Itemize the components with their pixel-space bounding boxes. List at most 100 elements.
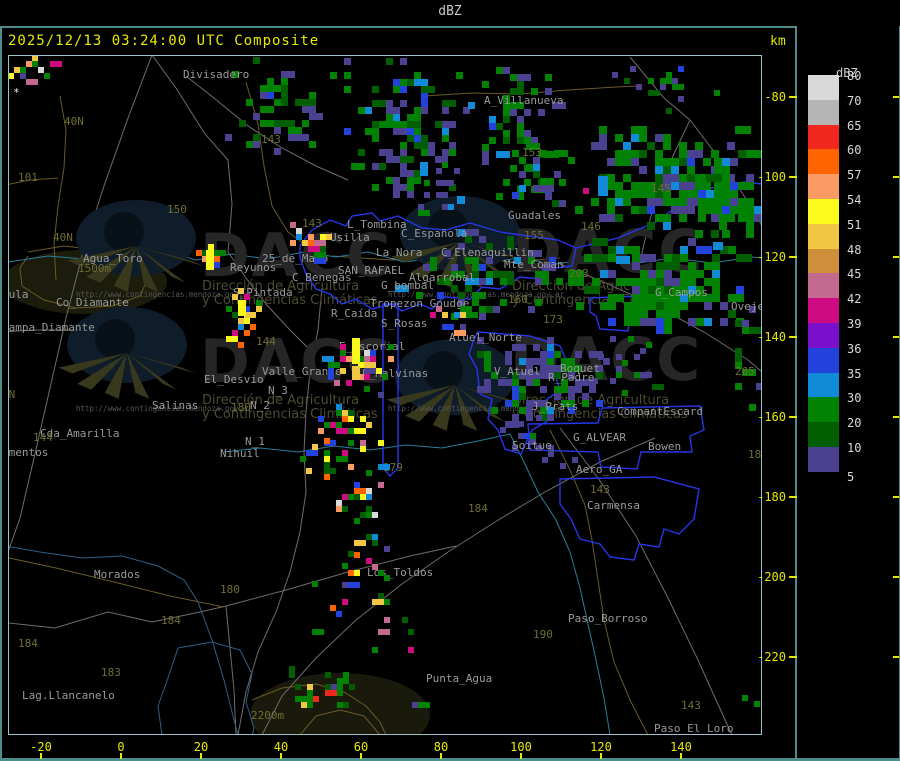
road-number-label: 18 <box>748 448 761 461</box>
radar-echo-cell <box>318 416 324 422</box>
radar-echo-cell <box>559 179 566 186</box>
radar-echo-cell <box>647 222 655 230</box>
radar-echo-cell <box>451 264 458 271</box>
radar-echo-cell <box>343 702 349 708</box>
radar-echo-cell <box>655 166 663 174</box>
radar-echo-cell <box>486 306 493 313</box>
radar-echo-cell <box>505 421 519 428</box>
radar-echo-cell <box>342 506 348 512</box>
radar-echo-cell <box>656 310 664 318</box>
radar-echo-cell <box>712 270 720 278</box>
radar-echo-cell <box>722 198 730 206</box>
radar-echo-cell <box>226 336 238 342</box>
radar-echo-cell <box>736 286 744 294</box>
bottom-tick-label: -20 <box>30 740 52 754</box>
radar-echo-cell <box>309 99 316 106</box>
radar-echo-cell <box>250 324 256 330</box>
radar-echo-cell <box>575 351 582 358</box>
radar-echo-cell <box>616 354 622 360</box>
radar-echo-cell <box>346 356 352 362</box>
radar-echo-cell <box>714 158 722 166</box>
radar-echo-cell <box>372 163 379 170</box>
radar-echo-cell <box>528 306 535 313</box>
radar-echo-cell <box>314 240 326 246</box>
radar-echo-cell <box>348 570 354 576</box>
radar-echo-cell <box>454 330 466 336</box>
radar-echo-cell <box>526 414 533 421</box>
radar-echo-cell <box>526 379 533 386</box>
radar-echo-cell <box>253 57 260 64</box>
radar-echo-cell <box>384 599 390 605</box>
radar-echo-cell <box>360 446 366 452</box>
place-label: Paso_Borroso <box>568 612 647 625</box>
radar-echo-cell <box>365 128 379 135</box>
radar-echo-cell <box>554 393 561 400</box>
radar-echo-cell <box>281 85 288 92</box>
road-number-label: 173 <box>543 313 563 326</box>
radar-echo-cell <box>568 393 575 400</box>
radar-echo-cell <box>524 179 531 186</box>
radar-echo-cell <box>50 61 62 67</box>
place-label: A_Villanueva <box>484 94 563 107</box>
radar-echo-cell <box>746 222 754 230</box>
radar-echo-cell <box>640 310 648 318</box>
place-label: * <box>13 86 20 99</box>
legend-label: 20 <box>847 416 862 431</box>
right-tick-label: -160 <box>757 410 786 424</box>
radar-echo-cell <box>348 551 354 557</box>
radar-echo-cell <box>547 414 554 421</box>
radar-echo-cell <box>214 256 220 262</box>
radar-echo-cell <box>290 240 296 246</box>
radar-echo-cell <box>517 81 524 88</box>
radar-echo-cell <box>238 342 244 348</box>
radar-echo-cell <box>324 422 330 428</box>
radar-echo-cell <box>512 400 519 407</box>
radar-echo-cell <box>640 318 656 326</box>
place-label: V_Atuel <box>494 365 540 378</box>
bottom-tick-label: 80 <box>433 740 449 754</box>
radar-echo-cell <box>505 351 512 358</box>
radar-echo-cell <box>730 158 738 166</box>
radar-echo-cell <box>342 416 348 422</box>
district-boundary <box>559 476 700 561</box>
place-label: G_ALVEAR <box>573 431 626 444</box>
radar-echo-cell <box>554 386 568 393</box>
road-number-label: 144 <box>33 431 53 444</box>
radar-echo-cell <box>631 134 639 142</box>
radar-echo-cell <box>607 182 615 190</box>
river-line <box>157 647 179 734</box>
radar-echo-cell <box>330 605 336 611</box>
radar-echo-cell <box>331 684 337 690</box>
right-tick <box>789 256 797 258</box>
radar-echo-cell <box>655 150 663 158</box>
radar-echo-cell <box>281 78 288 85</box>
radar-echo-cell <box>756 383 761 390</box>
radar-echo-cell <box>436 180 442 186</box>
radar-echo-cell <box>634 354 640 360</box>
radar-echo-cell <box>407 170 414 177</box>
radar-echo-cell <box>624 318 640 326</box>
radar-echo-cell <box>622 360 628 366</box>
radar-echo-cell <box>238 324 244 330</box>
radar-echo-cell <box>267 78 274 85</box>
radar-echo-cell <box>655 198 663 206</box>
radar-echo-cell <box>722 206 730 214</box>
radar-echo-cell <box>370 350 376 356</box>
frame-top <box>0 26 900 28</box>
radar-echo-cell <box>239 120 246 127</box>
radar-echo-cell <box>442 100 456 107</box>
radar-echo-cell <box>364 374 370 380</box>
radar-echo-cell <box>414 79 428 86</box>
radar-echo-cell <box>679 214 687 222</box>
right-tick-label: -200 <box>757 570 786 584</box>
radar-echo-cell <box>589 386 596 393</box>
radar-echo-cell <box>352 366 360 380</box>
radar-app-window: { "header": { "title": "dBZ" }, "status"… <box>0 0 900 761</box>
road-number-label: 190 <box>533 628 553 641</box>
radar-echo-cell <box>623 150 639 158</box>
legend-label: 54 <box>847 193 862 207</box>
radar-echo-cell <box>507 271 514 278</box>
radar-echo-cell <box>378 629 390 635</box>
legend-label: 30 <box>847 391 862 406</box>
legend-label: 48 <box>847 242 862 257</box>
